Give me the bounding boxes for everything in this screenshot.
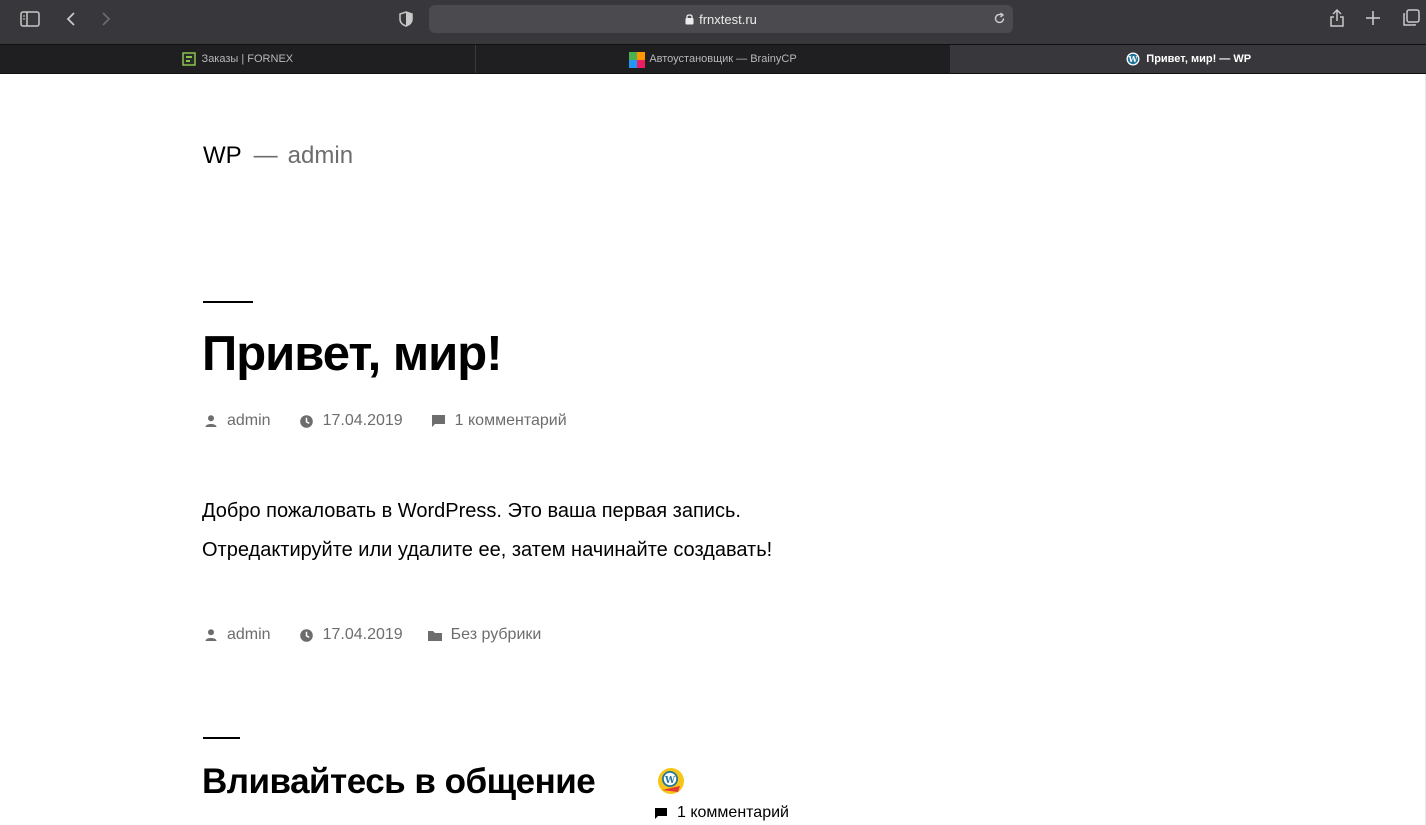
tab-fornex-orders[interactable]: Заказы | FORNEX [0,45,476,73]
user-icon [203,627,219,643]
tab-overview-icon[interactable] [1401,9,1421,27]
sidebar-toggle-icon[interactable] [20,10,40,28]
comment-icon [654,807,668,820]
lock-icon [685,13,694,25]
tab-brainycp-installer[interactable]: Автоустановщик — BrainyCP [476,45,952,73]
reload-icon[interactable] [993,12,1006,28]
site-title-separator: — [253,142,278,169]
clock-icon [299,627,315,643]
address-bar[interactable]: frnxtest.ru [429,5,1013,33]
new-tab-icon[interactable] [1364,9,1382,27]
clock-icon [299,413,315,429]
post-date[interactable]: 17.04.2019 [299,626,403,644]
folder-icon [427,627,443,643]
post-author[interactable]: admin [203,412,271,430]
tab-title: Автоустановщик — BrainyCP [649,53,797,65]
comment-icon [431,413,447,429]
post-title[interactable]: Привет, мир! [202,326,503,382]
brainycp-favicon-icon [629,52,646,68]
comments-title: Вливайтесь в общение [202,762,596,801]
tab-title: Привет, мир! — WP [1146,53,1252,65]
site-title-link[interactable]: WP [203,142,242,169]
wordpress-favicon-icon: W [1126,52,1140,66]
post-author[interactable]: admin [203,626,271,644]
post-comments-link[interactable]: 1 комментарий [431,412,567,430]
forward-icon[interactable] [97,10,115,28]
post-meta-top: admin 17.04.2019 1 комментарий [203,412,595,430]
share-icon[interactable] [1327,8,1347,28]
comments-divider [203,737,240,739]
svg-text:W: W [1128,54,1139,64]
tab-hello-world-wp[interactable]: W Привет, мир! — WP [951,45,1426,73]
post-date[interactable]: 17.04.2019 [299,412,403,430]
browser-toolbar: frnxtest.ru [0,0,1426,44]
post-content-line: Отредактируйте или удалите ее, затем нач… [202,539,773,561]
user-icon [203,413,219,429]
comments-count: 1 комментарий [654,804,789,822]
back-icon[interactable] [62,10,80,28]
tab-bar: Заказы | FORNEX Автоустановщик — BrainyC… [0,44,1426,74]
post-content-line: Добро пожаловать в WordPress. Это ваша п… [202,500,741,522]
post-content: Добро пожаловать в WordPress. Это ваша п… [202,492,902,570]
post-title-divider [203,301,253,303]
post-category-link[interactable]: Без рубрики [427,626,541,644]
wordpress-avatar-icon: W [656,766,686,796]
site-header: WP — admin [203,142,353,170]
fornex-favicon-icon [181,52,196,66]
tab-title: Заказы | FORNEX [201,53,294,65]
svg-text:W: W [664,776,676,786]
page-content: WP — admin Привет, мир! admin 17.04.2019 1… [0,74,1426,825]
post-meta-bottom: admin 17.04.2019 Без рубрики [203,626,569,644]
privacy-shield-icon[interactable] [397,10,415,28]
site-description: admin [287,142,354,169]
url-text: frnxtest.ru [699,11,757,27]
